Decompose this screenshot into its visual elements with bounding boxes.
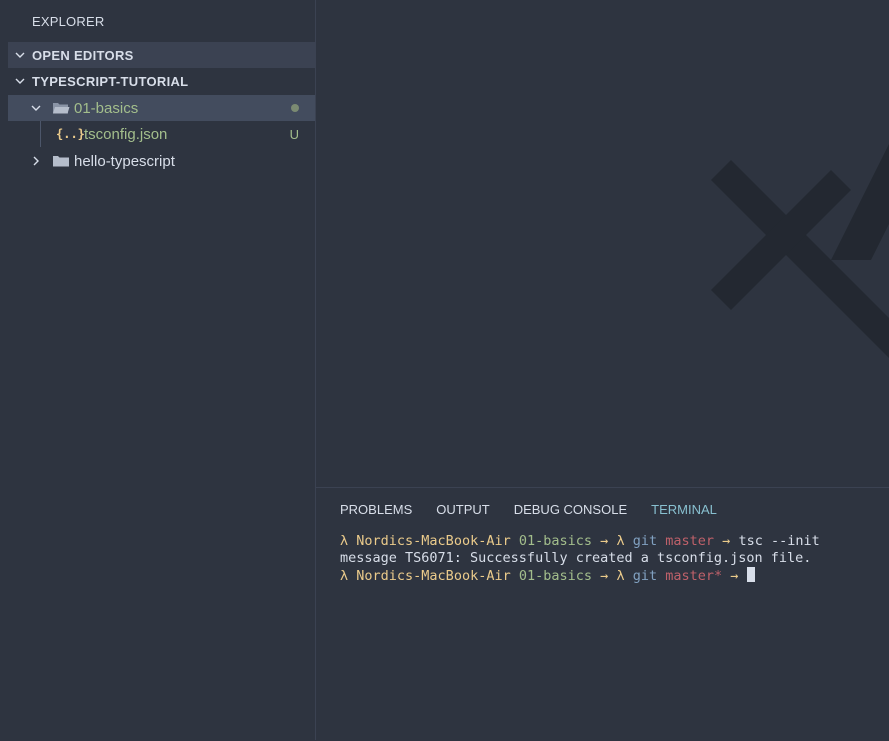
terminal-output[interactable]: λ Nordics-MacBook-Air 01-basics → λ git … — [340, 533, 820, 585]
section-label: OPEN EDITORS — [32, 47, 134, 63]
prompt-host: Nordics-MacBook-Air — [356, 533, 511, 549]
vscode-logo-watermark-icon — [711, 144, 889, 358]
explorer-sidebar: EXPLORER OPEN EDITORS TYPESCRIPT-TUTORIA… — [0, 0, 316, 740]
tab-output[interactable]: OUTPUT — [436, 502, 489, 517]
prompt-lambda: λ — [616, 568, 625, 584]
prompt-git: git — [632, 533, 658, 549]
tree-item-hello-typescript[interactable]: hello-typescript — [8, 148, 315, 174]
prompt-dir: 01-basics — [518, 568, 593, 584]
chevron-down-icon — [8, 49, 32, 61]
tab-terminal[interactable]: TERMINAL — [651, 502, 717, 517]
prompt-host: Nordics-MacBook-Air — [356, 568, 511, 584]
editor-area — [316, 0, 889, 487]
tree-item-01-basics[interactable]: 01-basics — [8, 95, 315, 121]
prompt-arrow: → — [600, 568, 609, 584]
tree-item-tsconfig[interactable]: {..} tsconfig.json U — [8, 121, 315, 147]
folder-icon — [48, 154, 74, 168]
tree-item-label: tsconfig.json — [84, 125, 168, 143]
prompt-dir: 01-basics — [518, 533, 593, 549]
panel-tabs: PROBLEMS OUTPUT DEBUG CONSOLE TERMINAL — [340, 502, 717, 517]
folder-open-icon — [48, 101, 74, 115]
section-label: TYPESCRIPT-TUTORIAL — [32, 73, 189, 89]
explorer-title: EXPLORER — [32, 14, 105, 29]
prompt-branch: master* — [665, 568, 723, 584]
terminal-message: message TS6071: Successfully created a t… — [340, 550, 812, 566]
prompt-arrow: → — [722, 533, 731, 549]
json-file-icon: {..} — [56, 127, 85, 141]
tab-debug-console[interactable]: DEBUG CONSOLE — [514, 502, 627, 517]
prompt-arrow: → — [600, 533, 609, 549]
prompt-git: git — [632, 568, 658, 584]
open-editors-section[interactable]: OPEN EDITORS — [8, 42, 315, 68]
typescript-tutorial-section[interactable]: TYPESCRIPT-TUTORIAL — [8, 68, 315, 94]
chevron-right-icon — [24, 155, 48, 167]
chevron-down-icon — [8, 75, 32, 87]
tree-item-label: 01-basics — [74, 99, 139, 117]
prompt-lambda: λ — [616, 533, 625, 549]
untracked-badge: U — [289, 126, 299, 142]
prompt-arrow: → — [730, 568, 739, 584]
prompt-lambda: λ — [340, 533, 349, 549]
tree-item-label: hello-typescript — [74, 152, 175, 170]
tab-problems[interactable]: PROBLEMS — [340, 502, 412, 517]
terminal-cursor — [746, 567, 755, 582]
modified-dot-icon — [291, 104, 299, 112]
prompt-lambda: λ — [340, 568, 349, 584]
prompt-branch: master — [665, 533, 715, 549]
terminal-command: tsc --init — [738, 533, 820, 549]
chevron-down-icon — [24, 102, 48, 114]
bottom-panel: PROBLEMS OUTPUT DEBUG CONSOLE TERMINAL λ… — [316, 487, 889, 741]
